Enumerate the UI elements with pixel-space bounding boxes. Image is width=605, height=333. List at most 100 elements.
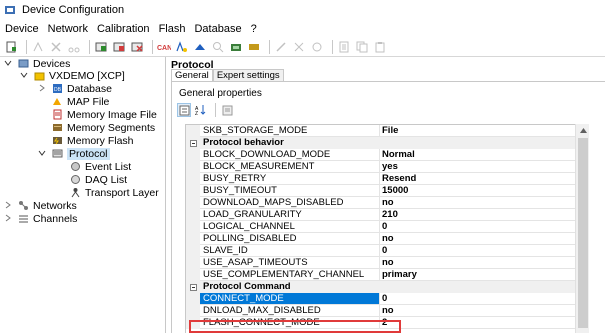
menu-network[interactable]: Network bbox=[45, 23, 94, 35]
property-row[interactable]: BUSY_RETRY Resend bbox=[186, 173, 575, 185]
add-device-icon[interactable] bbox=[94, 40, 108, 54]
delete-icon[interactable] bbox=[49, 40, 63, 54]
property-value[interactable]: no bbox=[380, 197, 575, 209]
property-category-row[interactable]: Protocol behavior bbox=[186, 137, 575, 149]
row-gutter bbox=[186, 245, 200, 257]
device-folder-icon bbox=[34, 72, 45, 81]
menu-bar: Device Network Calibration Flash Databas… bbox=[0, 20, 605, 37]
property-value[interactable]: 15000 bbox=[380, 185, 575, 197]
property-name: CONNECT_MODE bbox=[200, 293, 380, 305]
a2l-icon[interactable] bbox=[175, 40, 189, 54]
menu-device[interactable]: Device bbox=[2, 23, 45, 35]
property-value[interactable]: Normal bbox=[380, 149, 575, 161]
expand-arrow-icon[interactable] bbox=[20, 71, 28, 79]
disconnect-icon[interactable] bbox=[292, 40, 306, 54]
tree-label: Database bbox=[67, 82, 112, 95]
delete-device-icon[interactable] bbox=[130, 40, 144, 54]
expand-arrow-icon[interactable] bbox=[38, 149, 46, 157]
property-row[interactable]: CONNECT_MODE 0 bbox=[186, 293, 575, 305]
copy-icon[interactable] bbox=[355, 40, 369, 54]
property-row[interactable]: USE_ASAP_TIMEOUTS no bbox=[186, 257, 575, 269]
device-config-icon bbox=[5, 6, 15, 14]
collapse-arrow-icon[interactable] bbox=[38, 84, 46, 92]
tree-item-transport-layer[interactable]: Transport Layer bbox=[70, 186, 159, 199]
property-row[interactable]: SLAVE_ID 0 bbox=[186, 245, 575, 257]
row-gutter bbox=[186, 125, 200, 137]
property-value[interactable]: no bbox=[380, 305, 575, 317]
menu-database[interactable]: Database bbox=[191, 23, 247, 35]
property-value[interactable]: no bbox=[380, 233, 575, 245]
collapse-arrow-icon[interactable] bbox=[4, 214, 12, 222]
property-row[interactable]: POLLING_DISABLED no bbox=[186, 233, 575, 245]
tree-item-protocol[interactable]: Protocol bbox=[38, 147, 110, 160]
property-value[interactable]: no bbox=[380, 257, 575, 269]
remove-device-icon[interactable] bbox=[112, 40, 126, 54]
categorized-view-icon[interactable] bbox=[177, 103, 191, 117]
properties-icon[interactable] bbox=[310, 40, 324, 54]
property-value[interactable]: 0 bbox=[380, 293, 575, 305]
collapse-arrow-icon[interactable] bbox=[4, 201, 12, 209]
expand-arrow-icon[interactable] bbox=[4, 59, 12, 67]
tree-item-event-list[interactable]: Event List bbox=[70, 160, 131, 173]
tree-item-networks[interactable]: Networks bbox=[4, 199, 77, 212]
property-row[interactable]: SKB_STORAGE_MODE File bbox=[186, 125, 575, 137]
property-row[interactable]: DOWNLOAD_MAPS_DISABLED no bbox=[186, 197, 575, 209]
property-row[interactable]: LOAD_GRANULARITY 210 bbox=[186, 209, 575, 221]
paste-icon[interactable] bbox=[373, 40, 387, 54]
property-pages-icon[interactable] bbox=[220, 103, 234, 117]
property-value[interactable]: 0 bbox=[380, 221, 575, 233]
search-icon[interactable] bbox=[211, 40, 225, 54]
tree-item-database[interactable]: DB Database bbox=[38, 82, 112, 95]
tab-expert-settings[interactable]: Expert settings bbox=[212, 69, 284, 81]
property-value[interactable]: yes bbox=[380, 161, 575, 173]
property-row[interactable]: USE_COMPLEMENTARY_CHANNEL primary bbox=[186, 269, 575, 281]
property-row[interactable]: DNLOAD_MAX_DISABLED no bbox=[186, 305, 575, 317]
page-icon[interactable] bbox=[337, 40, 351, 54]
tab-general[interactable]: General bbox=[171, 69, 213, 81]
property-category-row[interactable]: Protocol Command bbox=[186, 281, 575, 293]
property-name: LOAD_GRANULARITY bbox=[200, 209, 380, 221]
property-value[interactable]: 2 bbox=[380, 317, 575, 329]
tree-item-channels[interactable]: Channels bbox=[4, 212, 77, 225]
new-network-icon[interactable] bbox=[31, 40, 45, 54]
tree-item-memory-image-file[interactable]: Memory Image File bbox=[52, 108, 157, 121]
sort-alphabetical-icon[interactable]: AZ bbox=[194, 103, 208, 117]
property-row[interactable]: BLOCK_MEASUREMENT yes bbox=[186, 161, 575, 173]
tree-label: Event List bbox=[85, 160, 132, 173]
cut-icon[interactable] bbox=[67, 40, 81, 54]
property-row[interactable]: LOGICAL_CHANNEL 0 bbox=[186, 221, 575, 233]
can-icon[interactable]: CAN bbox=[157, 40, 171, 54]
property-name: SLAVE_ID bbox=[200, 245, 380, 257]
menu-flash[interactable]: Flash bbox=[156, 23, 192, 35]
menu-calibration[interactable]: Calibration bbox=[94, 23, 156, 35]
tab-bar: General Expert settings bbox=[171, 69, 284, 81]
memory-icon[interactable] bbox=[247, 40, 261, 54]
scroll-up-icon[interactable] bbox=[576, 124, 590, 136]
tree-label: Devices bbox=[33, 57, 71, 70]
property-value[interactable]: 0 bbox=[380, 245, 575, 257]
collapse-category-icon[interactable] bbox=[186, 137, 200, 149]
tree-item-map-file[interactable]: MAP File bbox=[52, 95, 109, 108]
connect-icon[interactable] bbox=[274, 40, 288, 54]
row-gutter bbox=[186, 269, 200, 281]
collapse-category-icon[interactable] bbox=[186, 281, 200, 293]
property-value[interactable]: Resend bbox=[380, 173, 575, 185]
new-device-icon[interactable] bbox=[4, 40, 18, 54]
tree-item-vxdemo[interactable]: VXDEMO [XCP] bbox=[20, 69, 125, 82]
row-gutter bbox=[186, 173, 200, 185]
tree-item-daq-list[interactable]: DAQ List bbox=[70, 173, 127, 186]
group-title: General properties bbox=[179, 88, 262, 99]
menu-help[interactable]: ? bbox=[248, 23, 263, 35]
property-value[interactable]: primary bbox=[380, 269, 575, 281]
property-value[interactable]: 210 bbox=[380, 209, 575, 221]
property-row[interactable]: BUSY_TIMEOUT 15000 bbox=[186, 185, 575, 197]
vertical-scrollbar[interactable] bbox=[575, 124, 589, 333]
property-row[interactable]: BLOCK_DOWNLOAD_MODE Normal bbox=[186, 149, 575, 161]
flash-icon[interactable] bbox=[229, 40, 243, 54]
calibration-icon[interactable] bbox=[193, 40, 207, 54]
property-value[interactable]: File bbox=[380, 125, 575, 137]
tree-item-memory-segments[interactable]: Memory Segments bbox=[52, 121, 155, 134]
row-gutter bbox=[186, 149, 200, 161]
tree-item-memory-flash[interactable]: Memory Flash bbox=[52, 134, 134, 147]
scroll-thumb[interactable] bbox=[578, 138, 588, 328]
